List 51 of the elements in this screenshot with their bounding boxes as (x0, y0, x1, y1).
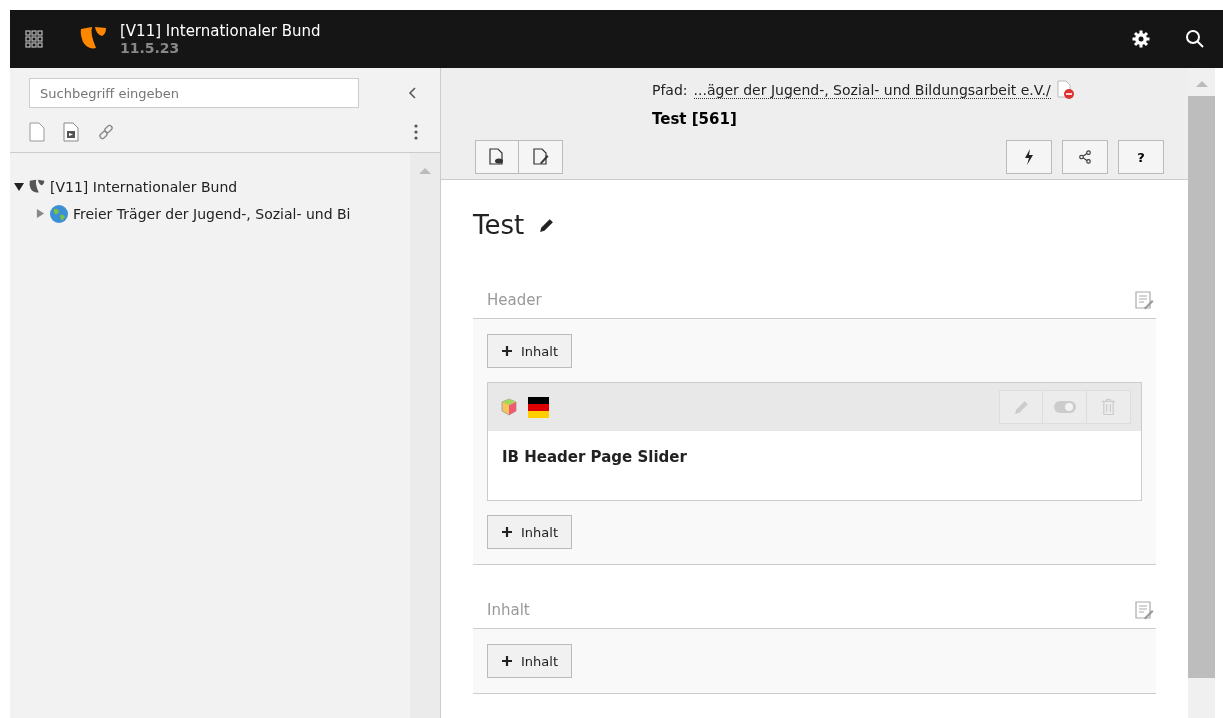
page-title: Test (473, 210, 525, 240)
scrollbar-thumb[interactable] (1188, 96, 1215, 678)
scroll-up-icon[interactable] (419, 167, 431, 175)
plus-icon (501, 345, 513, 357)
view-page-button[interactable] (475, 140, 519, 174)
add-content-button[interactable]: Inhalt (487, 334, 572, 368)
page-record-title: Test [561] (651, 110, 738, 128)
view-page-icon (489, 148, 505, 166)
logo-icon (28, 177, 46, 196)
plus-icon (501, 655, 513, 667)
edit-column-icon[interactable] (1134, 290, 1154, 310)
add-content-button[interactable]: Inhalt (487, 515, 572, 549)
share-icon (1078, 150, 1092, 164)
cube-icon (500, 398, 518, 416)
lightning-icon (1023, 148, 1035, 166)
new-page-icon[interactable] (29, 122, 45, 142)
scroll-up-icon[interactable] (1195, 80, 1208, 88)
more-icon[interactable] (414, 123, 418, 141)
expand-toggle-icon[interactable] (36, 209, 45, 218)
pencil-icon[interactable] (538, 216, 556, 234)
column-label: Header (487, 291, 542, 309)
trash-icon (1101, 398, 1116, 416)
path-label: Pfad: (652, 82, 688, 98)
tree-item[interactable]: Freier Träger der Jugend-, Sozial- und Bi (73, 205, 351, 222)
toggle-icon (1053, 401, 1076, 413)
globe-icon (49, 203, 69, 224)
toggle-visibility-button[interactable] (1043, 390, 1087, 424)
hidden-page-icon (1056, 80, 1075, 100)
version-number: 11.5.23 (120, 40, 181, 56)
path-link[interactable]: ...äger der Jugend-, Sozial- und Bildungsarbeit e.V./ (693, 81, 1051, 99)
german-flag-icon (528, 396, 549, 418)
app-menu-icon[interactable] (25, 30, 43, 48)
share-button[interactable] (1062, 140, 1108, 174)
edit-page-button[interactable] (519, 140, 563, 174)
search-field[interactable]: Suchbegriff eingeben (29, 78, 359, 108)
search-icon[interactable] (1185, 29, 1205, 49)
edit-page-icon (532, 148, 549, 166)
column-label: Inhalt (487, 601, 530, 619)
pencil-icon (1012, 398, 1030, 416)
edit-column-icon[interactable] (1134, 600, 1154, 620)
collapse-icon[interactable] (408, 87, 418, 99)
expand-toggle-icon[interactable] (14, 181, 24, 192)
help-button[interactable]: ? (1118, 140, 1164, 174)
add-content-button[interactable]: Inhalt (487, 644, 572, 678)
clear-cache-button[interactable] (1006, 140, 1052, 174)
tree-item[interactable]: [V11] Internationaler Bund (50, 178, 238, 195)
plus-icon (501, 526, 513, 538)
link-icon[interactable] (97, 123, 115, 141)
site-name: [V11] Internationaler Bund (120, 22, 321, 40)
page-shortcut-icon[interactable] (63, 122, 79, 142)
element-title: IB Header Page Slider (502, 448, 687, 466)
